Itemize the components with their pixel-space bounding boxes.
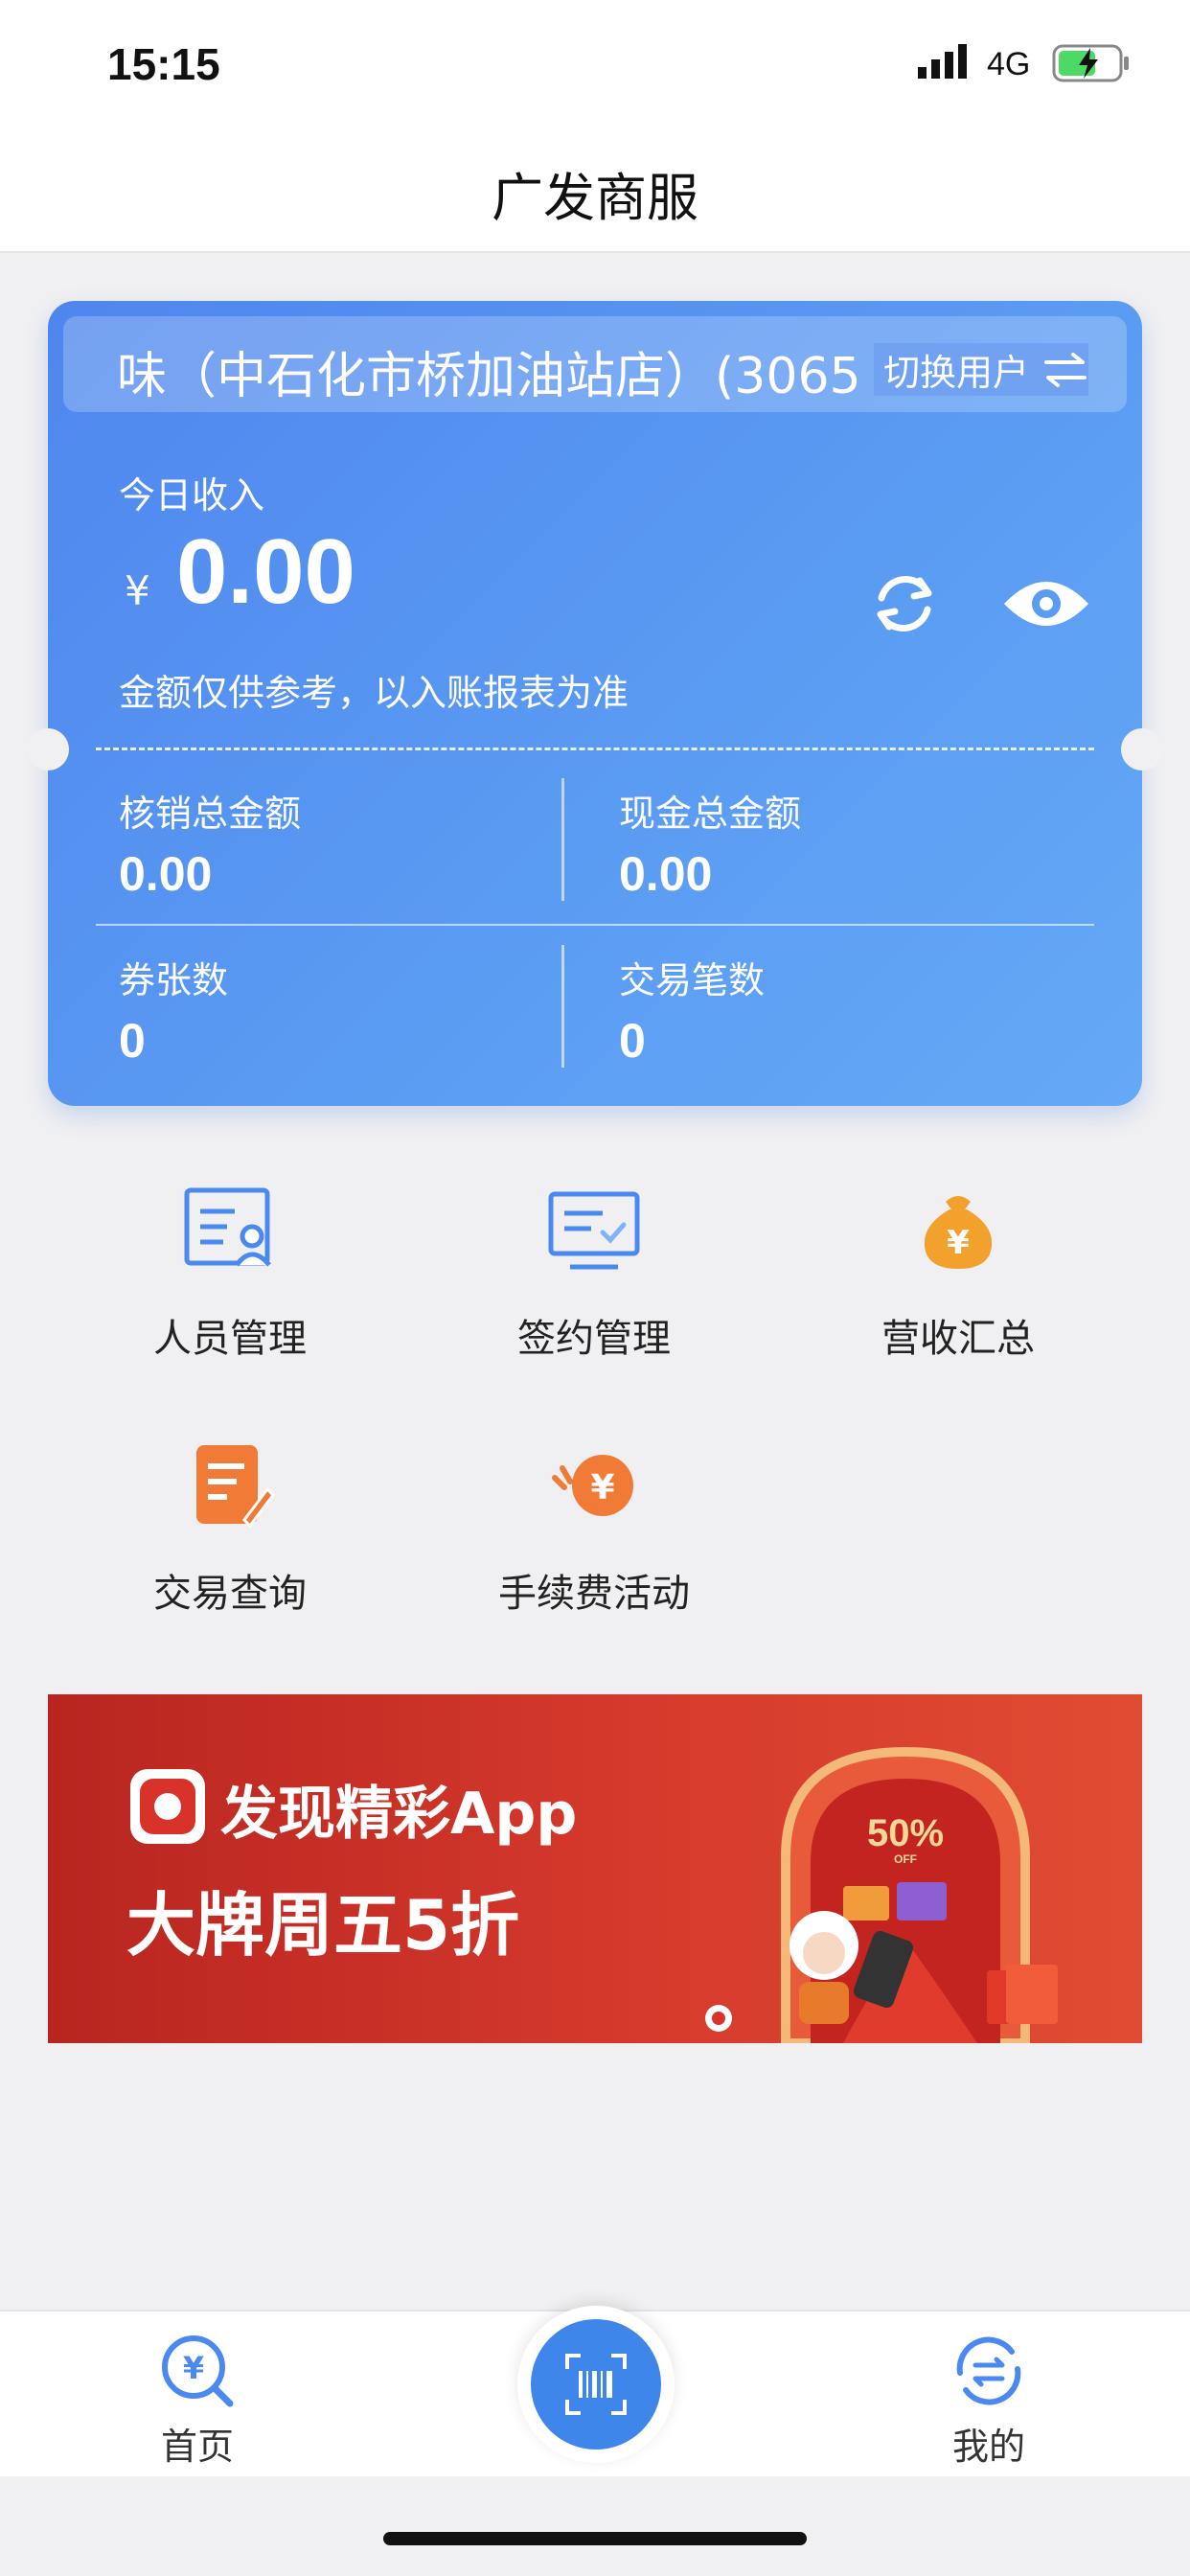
menu-revenue-label: 营收汇总 [881,1317,1035,1361]
nav-bar: 广发商服 [0,126,1190,253]
banner-subheadline: 大牌周五5折 [126,1885,520,1966]
verify-total-stat: 核销总金额 0.00 [119,784,301,902]
monitor-check-icon [548,1191,640,1270]
menu-fee-activity-label: 手续费活动 [498,1572,690,1616]
card-notch-left [27,728,69,770]
stat-divider [561,778,564,901]
verify-total-value: 0.00 [119,847,213,901]
today-income-label: 今日收入 [119,474,265,517]
card-notch-right [1121,728,1163,770]
scan-button-wrap [517,2306,675,2463]
svg-text:¥: ¥ [183,2350,204,2386]
banner-badge-sub: OFF [894,1852,917,1866]
cash-total-value: 0.00 [619,847,713,901]
coupon-count-value: 0 [119,1014,146,1068]
txn-count-stat: 交易笔数 0 [619,951,765,1069]
eye-icon[interactable] [1000,573,1092,634]
signal-icon [918,44,967,79]
switch-arrows-icon [1044,352,1087,387]
coupon-count-label: 券张数 [119,959,229,1001]
app-logo-icon [130,1769,205,1844]
svg-text:¥: ¥ [590,1468,614,1507]
menu-staff-management[interactable]: 人员管理 [38,1177,422,1363]
store-name: 味（中石化市桥加油站店）(3065 [117,348,861,405]
menu-contract-management[interactable]: 签约管理 [402,1177,786,1363]
status-time: 15:15 [107,39,220,89]
staff-card-icon [184,1187,271,1267]
tab-mine[interactable]: 我的 [893,2331,1085,2470]
menu-transaction-label: 交易查询 [153,1572,307,1616]
banner-headline: 发现精彩App [220,1781,578,1848]
scan-button[interactable] [531,2319,661,2450]
promo-banner[interactable]: 发现精彩App 大牌周五5折 50% OFF [48,1694,1142,2043]
money-bag-icon: ¥ [924,1196,993,1269]
menu-fee-activity[interactable]: ¥ 手续费活动 [402,1432,786,1618]
menu-contract-label: 签约管理 [517,1317,671,1361]
switch-user-button[interactable]: 切换用户 [873,343,1088,396]
cash-total-label: 现金总金额 [619,793,802,835]
coupon-count-stat: 券张数 0 [119,951,228,1069]
tab-home-label: 首页 [160,2426,234,2468]
network-type: 4G [987,46,1031,82]
home-yen-search-icon: ¥ [162,2335,234,2407]
menu-staff-label: 人员管理 [153,1317,307,1361]
stat-row-divider [96,924,1094,926]
menu-transaction-query[interactable]: 交易查询 [38,1432,422,1618]
stat-divider [561,945,564,1068]
tab-mine-label: 我的 [951,2426,1025,2468]
dashed-divider [96,748,1094,750]
txn-count-label: 交易笔数 [619,959,766,1001]
home-indicator [383,2532,807,2545]
tab-home[interactable]: ¥ 首页 [102,2331,293,2470]
mine-exchange-icon [956,2336,1021,2405]
currency-symbol: ¥ [125,567,150,614]
document-edit-icon [196,1445,275,1529]
cash-total-stat: 现金总金额 0.00 [619,784,801,902]
switch-user-label: 切换用户 [882,352,1029,394]
yen-coin-icon: ¥ [552,1455,633,1516]
promo-illustration: 50% OFF [705,1746,1058,2043]
page-title: 广发商服 [492,168,698,228]
refresh-icon[interactable] [868,567,941,640]
amount-note: 金额仅供参考，以入账报表为准 [119,672,629,714]
verify-total-label: 核销总金额 [119,793,302,835]
menu-revenue-summary[interactable]: ¥ 营收汇总 [767,1177,1150,1363]
status-bar: 15:15 4G [0,0,1190,126]
txn-count-value: 0 [619,1014,646,1068]
today-income-amount: 0.00 [176,520,355,623]
barcode-scan-icon [565,2354,627,2415]
battery-icon [1052,44,1129,82]
svg-text:¥: ¥ [947,1224,970,1262]
income-card: 味（中石化市桥加油站店）(3065 切换用户 今日收入 ¥ 0.00 金额仅供参… [27,301,1163,1106]
banner-badge: 50% [867,1812,944,1854]
store-bar: 味（中石化市桥加油站店）(3065 切换用户 [63,316,1127,412]
